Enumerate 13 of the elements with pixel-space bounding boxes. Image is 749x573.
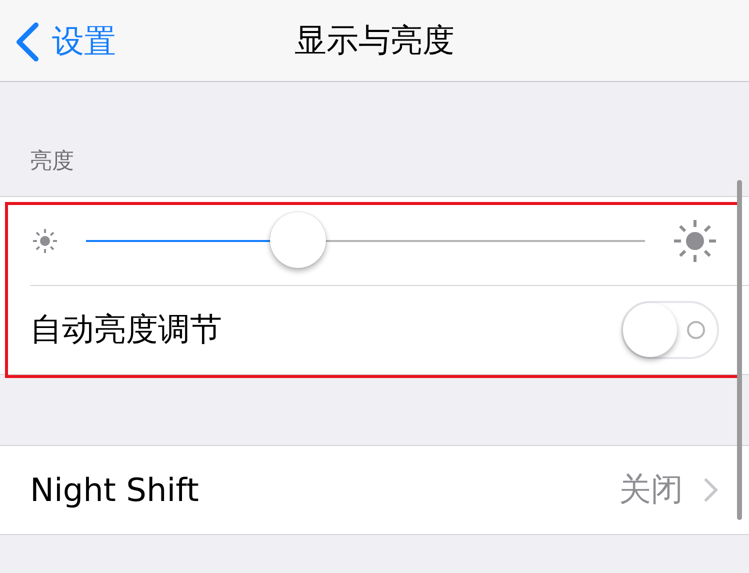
back-button[interactable]: 设置 — [14, 20, 116, 64]
setting-label: 自动亮度调节 — [30, 309, 222, 350]
chevron-icon — [703, 477, 719, 503]
section-header: 亮度 — [30, 148, 75, 176]
settings-row[interactable]: Night Shift 关闭 — [0, 446, 749, 534]
setting-label: Night Shift — [30, 471, 200, 509]
sun-icon — [671, 217, 719, 265]
setting-value: 关闭 — [619, 469, 683, 510]
slider-thumb[interactable] — [270, 212, 326, 268]
toggle-switch[interactable] — [621, 301, 719, 359]
back-chevron-icon — [14, 22, 40, 62]
page-title: 显示与亮度 — [294, 20, 454, 60]
sun-icon — [30, 226, 60, 256]
